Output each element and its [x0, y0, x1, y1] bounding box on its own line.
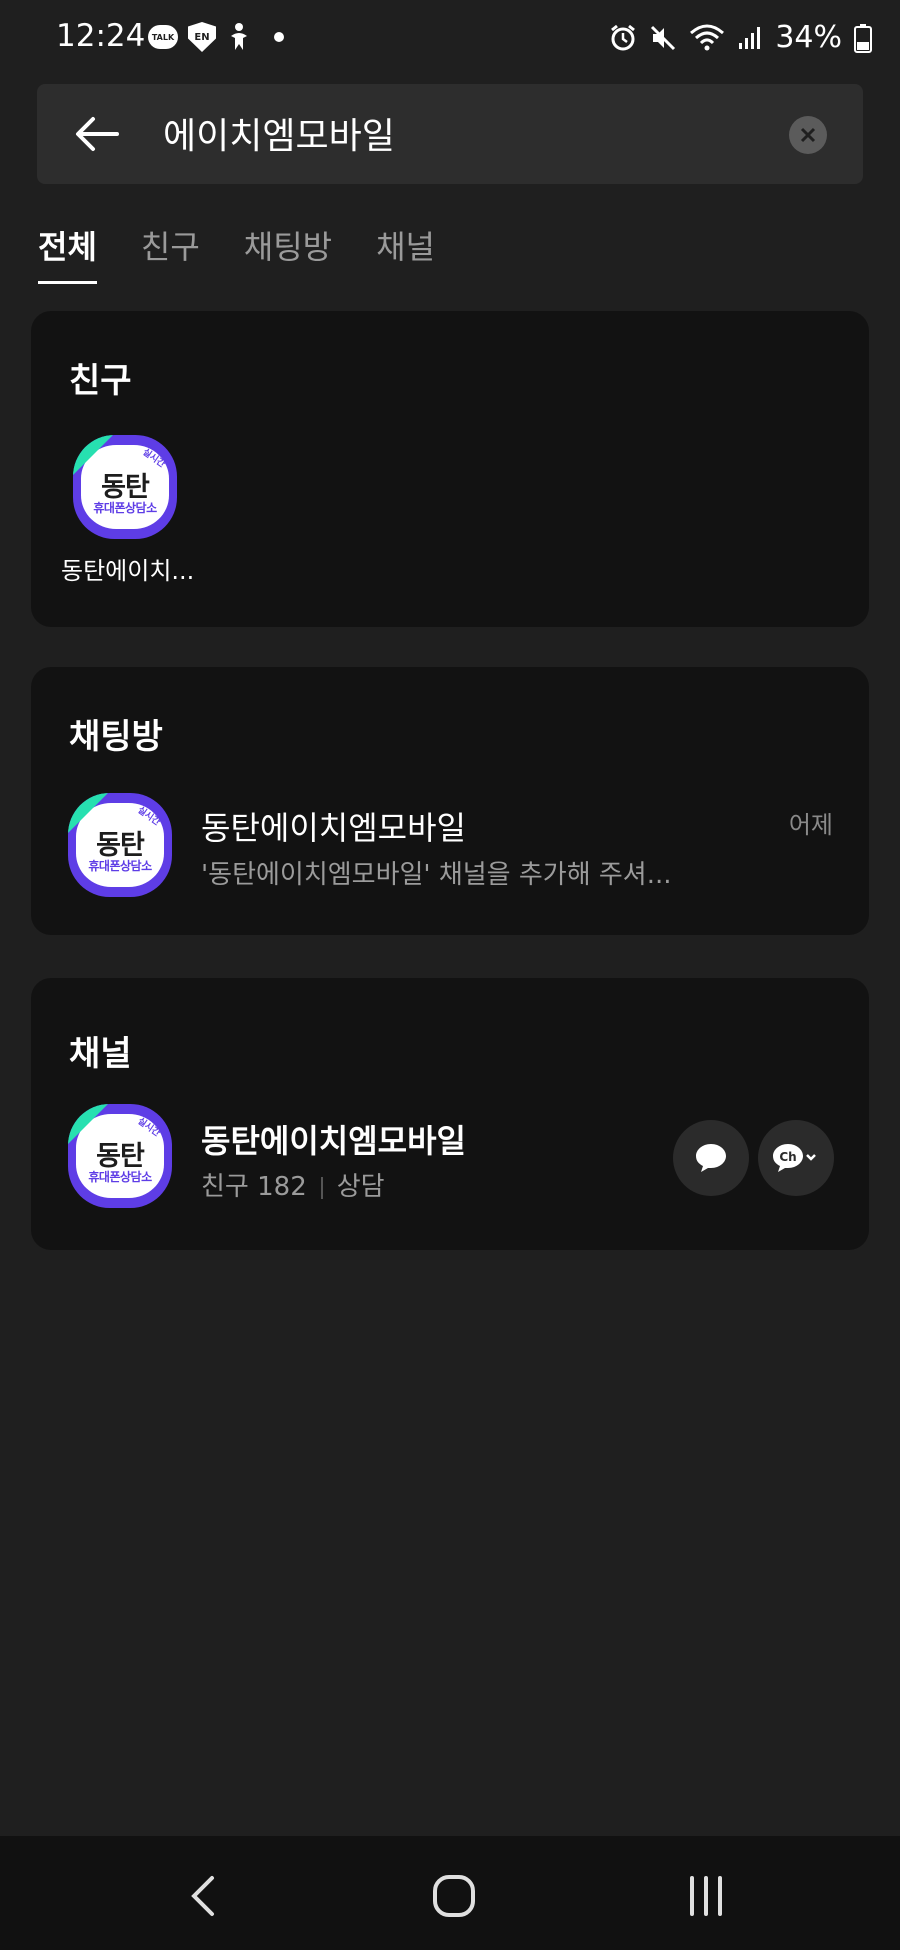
friend-name: 동탄에이치...	[61, 557, 195, 585]
home-icon	[433, 1875, 475, 1917]
vpn-shield-icon: EN	[188, 22, 216, 52]
channels-section: 채널 실시간 동탄 휴대폰상담소 동탄에이치엠모바일 친구 182 상담 Ch	[31, 978, 869, 1250]
system-icons: 34%	[609, 20, 872, 55]
nav-back-button[interactable]	[172, 1866, 232, 1926]
system-nav-bar	[0, 1836, 900, 1950]
chatroom-name: 동탄에이치엠모바일	[201, 809, 466, 847]
tab-all[interactable]: 전체	[38, 222, 97, 284]
search-tabs: 전체 친구 채팅방 채널	[38, 222, 479, 284]
channel-friend-count: 친구 182	[201, 1172, 307, 1202]
friends-section-title: 친구	[69, 361, 132, 401]
channel-category: 상담	[336, 1172, 385, 1202]
status-bar: 12:24 TALK EN 34%	[0, 0, 900, 80]
status-time: 12:24	[56, 18, 146, 54]
nav-recents-button[interactable]	[676, 1866, 736, 1926]
channel-avatar: 실시간 동탄 휴대폰상담소	[68, 1104, 172, 1208]
chatrooms-section-title: 채팅방	[69, 717, 163, 757]
channel-chat-button[interactable]	[673, 1120, 749, 1196]
chat-bubble-icon	[696, 1144, 726, 1172]
battery-icon	[854, 23, 872, 53]
recents-icon	[690, 1876, 722, 1916]
chatrooms-section: 채팅방 실시간 동탄 휴대폰상담소 동탄에이치엠모바일 '동탄에이치엠모바일' …	[31, 667, 869, 935]
chevron-left-icon	[191, 1876, 214, 1916]
channel-icon: Ch	[773, 1144, 816, 1172]
divider	[320, 1176, 323, 1199]
more-notifications-dot-icon	[274, 32, 284, 42]
chatroom-time: 어제	[788, 811, 833, 839]
signal-icon	[739, 26, 761, 49]
close-icon	[800, 127, 816, 143]
clear-search-button[interactable]	[789, 116, 827, 154]
channel-meta: 친구 182 상담	[201, 1166, 385, 1203]
friend-avatar: 실시간 동탄 휴대폰상담소	[73, 435, 177, 539]
kakaotalk-icon: TALK	[148, 25, 178, 49]
tab-friends[interactable]: 친구	[141, 222, 200, 284]
search-input[interactable]	[163, 112, 763, 153]
nav-home-button[interactable]	[424, 1866, 484, 1926]
search-bar	[37, 84, 863, 184]
alarm-icon	[611, 24, 636, 50]
channel-add-button[interactable]: Ch	[758, 1120, 834, 1196]
channels-section-title: 채널	[69, 1034, 132, 1074]
accessibility-icon	[231, 23, 247, 50]
arrow-left-icon	[76, 117, 119, 151]
mute-icon	[651, 25, 676, 50]
back-button[interactable]	[73, 110, 121, 158]
chatroom-last-message: '동탄에이치엠모바일' 채널을 추가해 주셔...	[201, 860, 672, 890]
channel-name: 동탄에이치엠모바일	[201, 1122, 466, 1160]
tab-chatrooms[interactable]: 채팅방	[244, 222, 332, 284]
battery-percentage: 34%	[775, 20, 842, 55]
friends-section: 친구 실시간 동탄 휴대폰상담소 동탄에이치...	[31, 311, 869, 627]
notification-icons: TALK EN	[148, 22, 284, 52]
tab-channels[interactable]: 채널	[376, 222, 435, 284]
chatroom-avatar: 실시간 동탄 휴대폰상담소	[68, 793, 172, 897]
wifi-icon	[690, 24, 725, 50]
svg-text:Ch: Ch	[779, 1150, 796, 1164]
